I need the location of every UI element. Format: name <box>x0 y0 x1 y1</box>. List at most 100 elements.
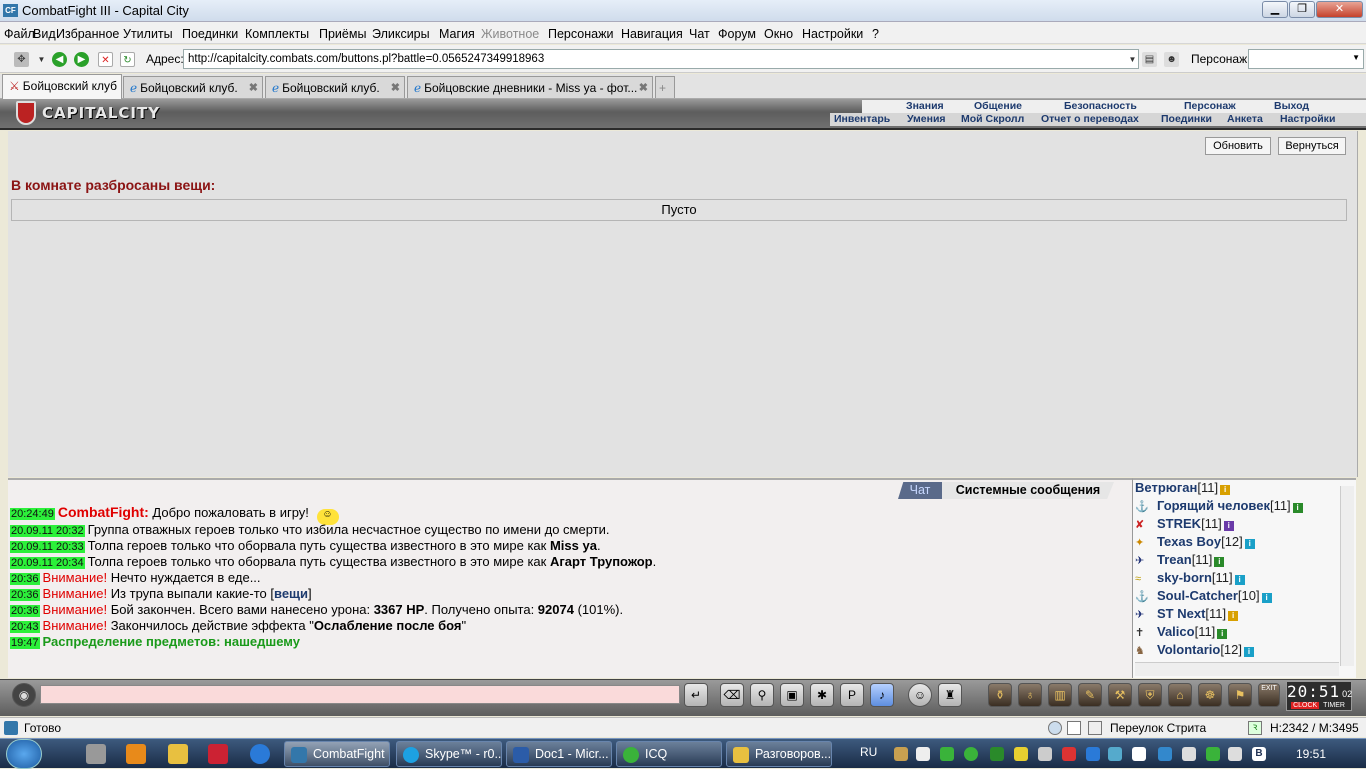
tab-chat[interactable]: Чат <box>898 482 942 499</box>
tab-system-messages[interactable]: Системные сообщения <box>942 482 1114 499</box>
menu-chat[interactable]: Чат <box>689 27 710 41</box>
translit-icon[interactable]: Р <box>840 683 864 707</box>
close-tab-icon[interactable]: ✖ <box>391 81 400 94</box>
nav-profile[interactable]: Анкета <box>1227 113 1263 125</box>
hp-refresh-icon[interactable]: ꝛ <box>1248 721 1262 735</box>
user-list-hscrollbar[interactable] <box>1135 662 1339 676</box>
task-word[interactable]: Doc1 - Micr... <box>506 741 612 767</box>
menu-view[interactable]: Вид <box>33 27 56 41</box>
tray-icon[interactable] <box>1014 747 1028 761</box>
menu-sets[interactable]: Комплекты <box>245 27 309 41</box>
info-icon[interactable]: i <box>1228 611 1239 621</box>
clock-label[interactable]: CLOCK <box>1291 702 1320 709</box>
nav-battles[interactable]: Поединки <box>1161 113 1212 125</box>
quicklaunch-app-icon[interactable] <box>86 744 106 764</box>
pin-icon[interactable]: ✥ <box>14 52 29 67</box>
maximize-button[interactable]: ❐ <box>1289 1 1315 18</box>
system-clock[interactable]: 19:51 <box>1296 747 1326 761</box>
tab-diaries[interactable]: ℯ Бойцовские дневники - Miss ya - фот... ✖ <box>407 76 653 98</box>
bluetooth-icon[interactable] <box>1158 747 1172 761</box>
user-entry[interactable]: ✈ ST Next[11] i <box>1135 606 1239 621</box>
chevron-down-icon[interactable]: ▼ <box>34 52 49 67</box>
info-icon[interactable]: i <box>1261 593 1272 603</box>
menu-magic[interactable]: Магия <box>439 27 475 41</box>
nav-skills[interactable]: Умения <box>907 113 946 125</box>
bag-icon[interactable]: ⚱ <box>988 683 1012 707</box>
user-name[interactable]: sky-born <box>1157 570 1212 585</box>
user-name[interactable]: Volontario <box>1157 642 1220 657</box>
menu-favorites[interactable]: Избранное <box>56 27 119 41</box>
task-combatfight[interactable]: CombatFight <box>284 741 390 767</box>
user-entry[interactable]: ⚓ Soul-Catcher[10] i <box>1135 588 1272 603</box>
user-entry[interactable]: ⚓ Горящий человек[11] i <box>1135 498 1303 513</box>
info-icon[interactable]: i <box>1244 539 1255 549</box>
timer-label[interactable]: TIMER <box>1321 702 1347 709</box>
items-link[interactable]: вещи <box>274 586 308 601</box>
user-entry[interactable]: ✈ Trean[11] i <box>1135 552 1225 567</box>
sound-icon[interactable]: ♪ <box>870 683 894 707</box>
task-icq[interactable]: ICQ <box>616 741 722 767</box>
task-conversations[interactable]: Разговоров... <box>726 741 832 767</box>
minimize-button[interactable]: ▁ <box>1262 1 1288 18</box>
user-name[interactable]: Ветрюган <box>1135 480 1197 495</box>
tab-combat-club-3[interactable]: ℯ Бойцовский клуб. ✖ <box>265 76 405 98</box>
info-icon[interactable]: i <box>1217 629 1228 639</box>
tray-icon[interactable] <box>1062 747 1076 761</box>
menu-window[interactable]: Окно <box>764 27 793 41</box>
smile-icon[interactable]: ☺ <box>908 683 932 707</box>
chest-icon[interactable]: ▥ <box>1048 683 1072 707</box>
flag-icon[interactable]: ⚑ <box>1228 683 1252 707</box>
nav-communication[interactable]: Общение <box>974 100 1022 112</box>
task-skype[interactable]: Skype™ - r0... <box>396 741 502 767</box>
user-name[interactable]: ST Next <box>1157 606 1205 621</box>
menu-animal[interactable]: Животное <box>481 27 539 41</box>
menu-battles[interactable]: Поединки <box>182 27 238 41</box>
user-name[interactable]: Горящий человек <box>1157 498 1270 513</box>
tools-icon[interactable]: ⚒ <box>1108 683 1132 707</box>
send-icon[interactable]: ↵ <box>684 683 708 707</box>
scroll-icon[interactable]: ✎ <box>1078 683 1102 707</box>
tray-icon[interactable] <box>1038 747 1052 761</box>
menu-forum[interactable]: Форум <box>718 27 756 41</box>
chat-input[interactable] <box>40 685 680 704</box>
info-icon[interactable]: i <box>1234 575 1245 585</box>
tab-combat-club-2[interactable]: ℯ Бойцовский клуб. ✖ <box>123 76 263 98</box>
user-entry[interactable]: Ветрюган[11] i <box>1135 480 1231 495</box>
user-name[interactable]: STREK <box>1157 516 1201 531</box>
media-player-icon[interactable] <box>126 744 146 764</box>
tray-icon[interactable] <box>1108 747 1122 761</box>
close-tab-icon[interactable]: ✖ <box>639 81 648 94</box>
armor-icon[interactable]: ⛨ <box>1138 683 1162 707</box>
character-select[interactable]: ▼ <box>1248 49 1364 69</box>
exit-icon[interactable]: EXIT <box>1258 683 1280 707</box>
nav-my-scroll[interactable]: Мой Скролл <box>961 113 1024 125</box>
page-icon[interactable]: ▤ <box>1142 52 1157 67</box>
save-log-icon[interactable]: ▣ <box>780 683 804 707</box>
close-tab-icon[interactable]: ✖ <box>249 81 258 94</box>
action-center-icon[interactable] <box>1132 747 1146 761</box>
refresh-button[interactable]: Обновить <box>1205 137 1271 155</box>
close-button[interactable]: ✕ <box>1316 1 1363 18</box>
user-entry[interactable]: ♞ Volontario[12] i <box>1135 642 1254 657</box>
user-entry[interactable]: ≈ sky-born[11] i <box>1135 570 1245 586</box>
filter-icon[interactable]: ⚲ <box>750 683 774 707</box>
refresh-icon[interactable]: ↻ <box>120 52 135 67</box>
forward-icon[interactable]: ▶ <box>74 52 89 67</box>
tab-combat-club-1[interactable]: ⚔ Бойцовский клуб <box>2 74 122 99</box>
user-list-scrollbar[interactable] <box>1340 486 1354 666</box>
folder-icon[interactable] <box>168 744 188 764</box>
nav-exit[interactable]: Выход <box>1274 100 1309 112</box>
stop-icon[interactable]: ✕ <box>98 52 113 67</box>
back-button[interactable]: Вернуться <box>1278 137 1346 155</box>
chat-mode-icon[interactable]: ◉ <box>12 683 36 707</box>
tray-icon[interactable] <box>894 747 908 761</box>
tray-icon[interactable] <box>964 747 978 761</box>
user-name[interactable]: Valico <box>1157 624 1195 639</box>
tray-icon[interactable] <box>940 747 954 761</box>
emote-icon[interactable]: ✱ <box>810 683 834 707</box>
menu-file[interactable]: Файл <box>4 27 35 41</box>
nav-character[interactable]: Персонаж <box>1184 100 1236 112</box>
info-icon[interactable]: i <box>1244 647 1254 657</box>
user-name[interactable]: Soul-Catcher <box>1157 588 1238 603</box>
info-icon[interactable]: i <box>1220 485 1231 495</box>
